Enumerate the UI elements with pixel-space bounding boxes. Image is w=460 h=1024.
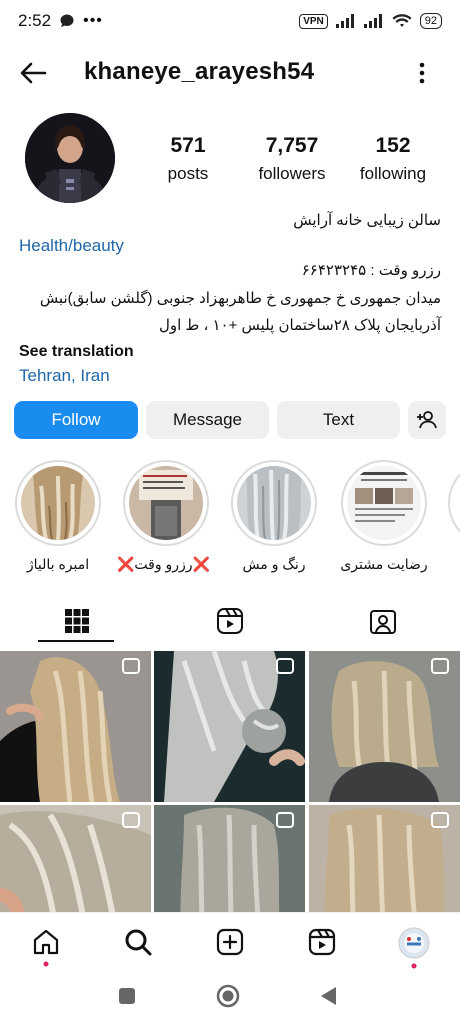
posts-count: 571 — [170, 134, 206, 157]
location-link[interactable]: Tehran, Iran — [19, 366, 460, 386]
posts-label: posts — [167, 164, 209, 183]
status-time: 2:52 — [18, 11, 52, 30]
square-icon — [119, 988, 135, 1004]
plus-square-icon — [216, 928, 244, 956]
followers-label: followers — [258, 164, 326, 183]
highlight-cover — [237, 466, 311, 540]
post-thumbnail[interactable] — [154, 651, 305, 802]
profile-username: khaneye_arayesh54 — [84, 58, 315, 85]
highlight-label: ❌رزرو وقت❌ — [117, 556, 210, 572]
bio-booking: رزرو وقت : ۶۶۴۲۳۲۴۵ — [301, 262, 441, 279]
active-tab-indicator — [38, 640, 114, 642]
system-navigation — [0, 972, 460, 1024]
profile-tabs — [0, 596, 460, 646]
posts-stat[interactable]: 571 posts — [164, 134, 212, 184]
tagged-person-icon — [369, 610, 396, 634]
tab-posts-grid[interactable] — [0, 596, 153, 646]
vpn-badge: VPN — [299, 13, 328, 29]
tab-reels[interactable] — [153, 596, 306, 646]
highlight-label: رنگ و مش — [242, 556, 306, 572]
highlight-cover — [21, 466, 95, 540]
notification-dot — [411, 963, 417, 969]
bio-name: سالن زیبایی خانه آرایش — [293, 212, 441, 229]
notification-dot — [43, 961, 49, 967]
followers-count: 7,757 — [265, 134, 319, 157]
more-vertical-icon — [419, 62, 425, 84]
home-system-button[interactable] — [216, 984, 240, 1013]
highlight-reviews[interactable]: رضایت مشتری — [340, 460, 428, 573]
highlight-label: امبره بالیاژ — [26, 556, 90, 572]
highlight-cover — [129, 466, 203, 540]
triangle-back-icon — [321, 987, 336, 1005]
following-stat[interactable]: 152 following — [355, 134, 431, 184]
circle-icon — [216, 984, 240, 1008]
back-system-button[interactable] — [318, 985, 338, 1012]
arrow-left-icon — [20, 62, 47, 84]
following-count: 152 — [375, 134, 411, 157]
following-label: following — [359, 164, 427, 183]
tab-tagged[interactable] — [306, 596, 459, 646]
highlight-label: رضایت مشتری — [340, 556, 428, 572]
text-button[interactable]: Text — [277, 401, 400, 439]
posts-grid — [0, 651, 460, 956]
nav-home[interactable] — [31, 927, 61, 967]
signal-icon-2 — [363, 14, 382, 28]
nav-search[interactable] — [123, 927, 153, 957]
back-button[interactable] — [18, 58, 48, 88]
follow-button[interactable]: Follow — [14, 401, 138, 439]
highlight-ombre[interactable]: امبره بالیاژ — [14, 460, 102, 573]
message-button[interactable]: Message — [146, 401, 269, 439]
bottom-navigation — [0, 912, 460, 972]
home-icon — [33, 929, 59, 955]
bio-address-line2: آذربایجان پلاک ۲۸ساختمان پلیس +۱۰ ، ط او… — [158, 317, 441, 334]
message-icon — [60, 14, 74, 27]
status-bar: 2:52 ••• VPN 92 — [0, 0, 460, 42]
more-options-button[interactable] — [412, 58, 432, 88]
see-translation-link[interactable]: See translation — [19, 342, 460, 362]
bio-category[interactable]: Health/beauty — [19, 236, 460, 256]
nav-profile[interactable] — [398, 927, 430, 969]
profile-avatar[interactable] — [25, 113, 115, 203]
signal-icon — [335, 14, 354, 28]
post-thumbnail[interactable] — [309, 651, 460, 802]
battery-indicator: 92 — [419, 13, 442, 29]
profile-header: khaneye_arayesh54 — [0, 48, 460, 98]
nav-reels[interactable] — [307, 927, 337, 957]
highlight-booking[interactable]: ❌رزرو وقت❌ — [117, 460, 210, 573]
recents-button[interactable] — [118, 987, 136, 1010]
grid-icon — [64, 609, 89, 633]
wifi-icon — [392, 13, 412, 27]
suggested-users-button[interactable] — [408, 401, 446, 439]
search-icon — [125, 929, 152, 956]
reels-icon — [308, 928, 336, 956]
highlight-partial[interactable] — [448, 460, 460, 546]
highlight-color[interactable]: رنگ و مش — [230, 460, 318, 573]
more-notifications-icon: ••• — [83, 12, 103, 29]
add-person-icon — [417, 411, 437, 429]
profile-photo — [25, 113, 115, 203]
profile-avatar-icon — [398, 927, 430, 959]
nav-create[interactable] — [215, 927, 245, 957]
reels-icon — [216, 608, 243, 634]
post-thumbnail[interactable] — [0, 651, 151, 802]
bio-address-line1: میدان جمهوری خ جمهوری خ طاهربهزاد جنوبی … — [39, 290, 441, 307]
highlight-cover — [347, 466, 421, 540]
followers-stat[interactable]: 7,757 followers — [252, 134, 332, 184]
